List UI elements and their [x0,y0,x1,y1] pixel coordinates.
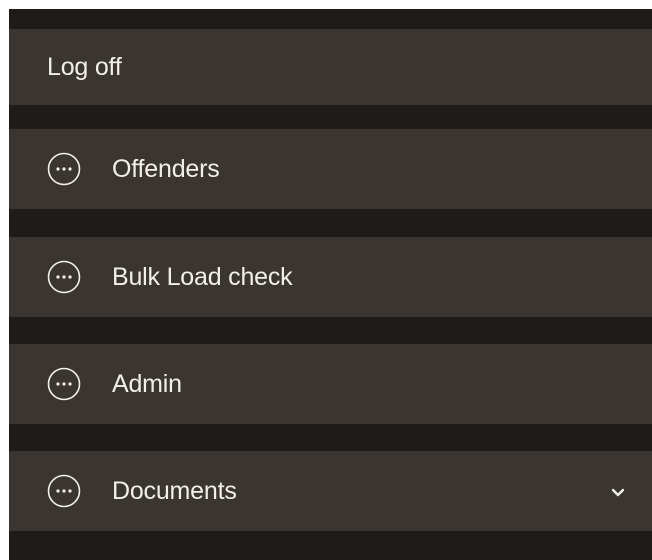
chevron-down-icon[interactable] [611,486,625,500]
menu-item-log-off[interactable]: Log off [9,29,652,105]
menu-item-label: Documents [112,476,237,505]
menu-item-label: Offenders [112,154,220,183]
menu-item-offenders[interactable]: Offenders [9,129,652,209]
menu-item-label: Bulk Load check [112,262,293,291]
more-options-icon [47,152,81,186]
more-options-icon [47,474,81,508]
menu-item-bulk-load-check[interactable]: Bulk Load check [9,237,652,317]
menu-item-label: Admin [112,369,182,398]
more-options-icon [47,260,81,294]
side-menu: Log off Offenders Bulk Load check Admin [9,9,652,560]
menu-item-label: Log off [47,52,122,81]
more-options-icon [47,367,81,401]
menu-item-admin[interactable]: Admin [9,344,652,424]
menu-item-documents[interactable]: Documents [9,451,652,531]
